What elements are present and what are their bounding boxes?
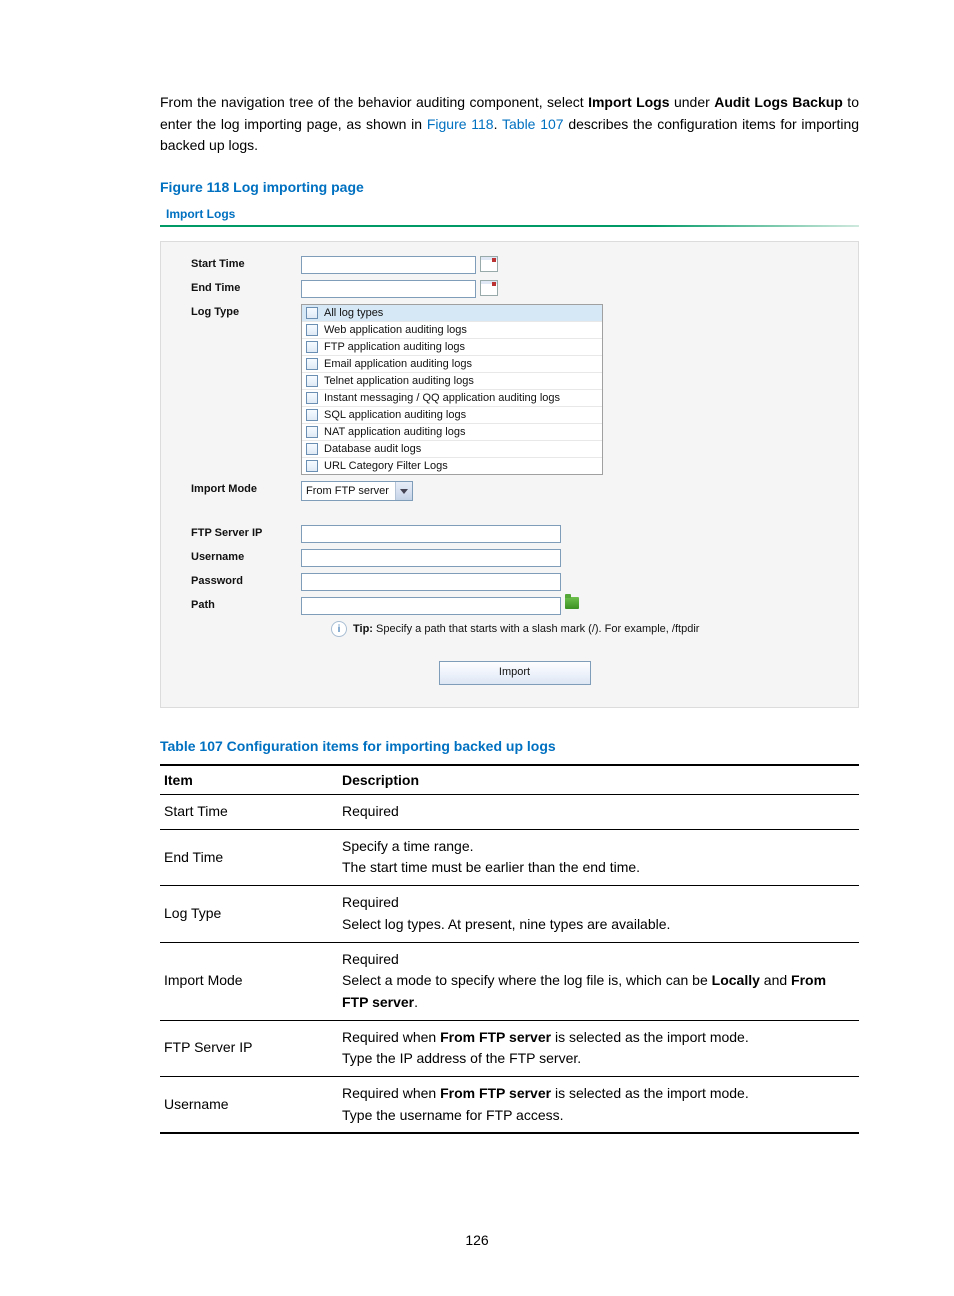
log-type-option-label: All log types: [324, 307, 383, 319]
checkbox-icon[interactable]: [306, 443, 318, 455]
checkbox-icon[interactable]: [306, 324, 318, 336]
start-time-label: Start Time: [191, 256, 301, 270]
log-type-option-label: Database audit logs: [324, 443, 421, 455]
log-type-option-label: Telnet application auditing logs: [324, 375, 474, 387]
config-table: Item Description Start TimeRequiredEnd T…: [160, 764, 859, 1134]
username-label: Username: [191, 549, 301, 563]
checkbox-icon[interactable]: [306, 409, 318, 421]
import-mode-select[interactable]: From FTP server: [301, 481, 413, 501]
log-type-option[interactable]: Telnet application auditing logs: [302, 373, 602, 390]
calendar-icon[interactable]: [480, 256, 498, 272]
password-label: Password: [191, 573, 301, 587]
calendar-icon[interactable]: [480, 280, 498, 296]
import-form: Start Time End Time Log Type All log typ…: [160, 241, 859, 708]
log-type-option[interactable]: NAT application auditing logs: [302, 424, 602, 441]
log-type-option[interactable]: Database audit logs: [302, 441, 602, 458]
figure-118: Import Logs Start Time End Time Log Type…: [160, 203, 859, 708]
checkbox-icon[interactable]: [306, 460, 318, 472]
checkbox-icon[interactable]: [306, 375, 318, 387]
table-cell-item: Username: [160, 1076, 338, 1133]
table-cell-desc: RequiredSelect log types. At present, ni…: [338, 886, 859, 942]
log-type-option-label: SQL application auditing logs: [324, 409, 466, 421]
table-cell-desc: Specify a time range.The start time must…: [338, 829, 859, 885]
log-type-option-label: NAT application auditing logs: [324, 426, 465, 438]
log-type-option[interactable]: FTP application auditing logs: [302, 339, 602, 356]
table-cell-desc: Required when From FTP server is selecte…: [338, 1076, 859, 1133]
username-input[interactable]: [301, 549, 561, 567]
end-time-input[interactable]: [301, 280, 476, 298]
log-type-option-label: URL Category Filter Logs: [324, 460, 448, 472]
table-row: Import ModeRequiredSelect a mode to spec…: [160, 942, 859, 1020]
import-button[interactable]: Import: [439, 661, 591, 685]
table-header-desc: Description: [338, 765, 859, 795]
table-caption: Table 107 Configuration items for import…: [160, 738, 859, 754]
table-cell-item: Import Mode: [160, 942, 338, 1020]
page-number: 126: [0, 1232, 954, 1248]
figure-link[interactable]: Figure 118: [427, 116, 494, 132]
log-type-listbox[interactable]: All log types Web application auditing lo…: [301, 304, 603, 475]
table-cell-desc: RequiredSelect a mode to specify where t…: [338, 942, 859, 1020]
ftp-server-ip-label: FTP Server IP: [191, 525, 301, 539]
chevron-down-icon: [395, 482, 412, 500]
table-row: Log TypeRequiredSelect log types. At pre…: [160, 886, 859, 942]
checkbox-icon[interactable]: [306, 307, 318, 319]
checkbox-icon[interactable]: [306, 392, 318, 404]
log-type-option-label: Email application auditing logs: [324, 358, 472, 370]
table-header-item: Item: [160, 765, 338, 795]
folder-icon[interactable]: [565, 597, 579, 609]
checkbox-icon[interactable]: [306, 341, 318, 353]
log-type-option-label: FTP application auditing logs: [324, 341, 465, 353]
log-type-option-label: Instant messaging / QQ application audit…: [324, 392, 560, 404]
tip-row: i Tip: Specify a path that starts with a…: [331, 621, 838, 637]
table-row: UsernameRequired when From FTP server is…: [160, 1076, 859, 1133]
panel-title: Import Logs: [160, 203, 859, 225]
log-type-option[interactable]: Web application auditing logs: [302, 322, 602, 339]
table-cell-item: FTP Server IP: [160, 1020, 338, 1076]
table-cell-item: End Time: [160, 829, 338, 885]
import-mode-label: Import Mode: [191, 481, 301, 495]
ftp-server-ip-input[interactable]: [301, 525, 561, 543]
log-type-option[interactable]: Email application auditing logs: [302, 356, 602, 373]
log-type-option[interactable]: Instant messaging / QQ application audit…: [302, 390, 602, 407]
checkbox-icon[interactable]: [306, 358, 318, 370]
log-type-label: Log Type: [191, 304, 301, 318]
log-type-option-label: Web application auditing logs: [324, 324, 467, 336]
info-icon: i: [331, 621, 347, 637]
log-type-option[interactable]: URL Category Filter Logs: [302, 458, 602, 474]
table-cell-desc: Required: [338, 795, 859, 830]
end-time-label: End Time: [191, 280, 301, 294]
start-time-input[interactable]: [301, 256, 476, 274]
divider: [160, 225, 859, 227]
intro-paragraph: From the navigation tree of the behavior…: [160, 92, 859, 157]
figure-caption: Figure 118 Log importing page: [160, 179, 859, 195]
path-input[interactable]: [301, 597, 561, 615]
table-row: FTP Server IPRequired when From FTP serv…: [160, 1020, 859, 1076]
table-row: End TimeSpecify a time range.The start t…: [160, 829, 859, 885]
log-type-option[interactable]: SQL application auditing logs: [302, 407, 602, 424]
table-row: Start TimeRequired: [160, 795, 859, 830]
table-cell-item: Log Type: [160, 886, 338, 942]
log-type-option[interactable]: All log types: [302, 305, 602, 322]
checkbox-icon[interactable]: [306, 426, 318, 438]
table-cell-desc: Required when From FTP server is selecte…: [338, 1020, 859, 1076]
table-cell-item: Start Time: [160, 795, 338, 830]
path-label: Path: [191, 597, 301, 611]
password-input[interactable]: [301, 573, 561, 591]
table-link[interactable]: Table 107: [502, 116, 564, 132]
